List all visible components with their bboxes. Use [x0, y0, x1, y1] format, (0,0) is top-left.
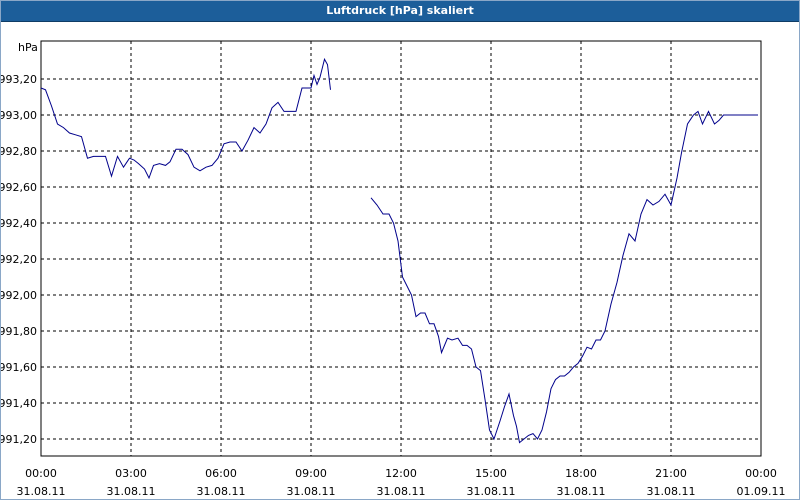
y-tick-label: 992,60: [1, 181, 37, 194]
x-tick-time: 09:00: [295, 467, 327, 480]
x-tick-time: 12:00: [385, 467, 417, 480]
x-tick-time: 06:00: [205, 467, 237, 480]
y-axis-ticks: 993,20 993,00 992,80 992,60 992,40 992,20 992,…: [1, 73, 37, 446]
y-tick-label: 991,40: [1, 397, 37, 410]
x-tick-date: 31.08.11: [377, 485, 426, 498]
x-tick-date: 31.08.11: [557, 485, 606, 498]
chart-svg: 993,20 993,00 992,80 992,60 992,40 992,20 992,…: [1, 40, 786, 498]
x-tick-date: 31.08.11: [197, 485, 246, 498]
x-tick-date: 31.08.11: [17, 485, 66, 498]
y-tick-label: 991,60: [1, 361, 37, 374]
x-tick-date: 31.08.11: [287, 485, 336, 498]
x-tick-time: 15:00: [475, 467, 507, 480]
y-tick-label: 992,20: [1, 253, 37, 266]
y-tick-label: 993,00: [1, 109, 37, 122]
y-tick-label: 991,80: [1, 325, 37, 338]
x-tick-time: 00:00: [745, 467, 777, 480]
y-axis-unit: hPa: [18, 41, 38, 54]
x-tick-date: 31.08.11: [467, 485, 516, 498]
chart-window: Luftdruck [hPa] skaliert 993,20 993,00 992…: [0, 0, 800, 500]
x-axis-ticks: 00:00 31.08.11 03:00 31.08.11 06:00 31.08.11 0…: [17, 467, 786, 498]
x-tick-time: 21:00: [655, 467, 687, 480]
x-tick-time: 00:00: [25, 467, 57, 480]
chart-title: Luftdruck [hPa] skaliert: [326, 4, 474, 17]
x-tick-date: 31.08.11: [107, 485, 156, 498]
x-tick-time: 18:00: [565, 467, 597, 480]
x-tick-date: 31.08.11: [647, 485, 696, 498]
y-tick-label: 993,20: [1, 73, 37, 86]
y-tick-label: 991,20: [1, 433, 37, 446]
x-tick-date: 01.09.11: [737, 485, 786, 498]
y-tick-label: 992,40: [1, 217, 37, 230]
y-tick-label: 992,80: [1, 145, 37, 158]
x-tick-time: 03:00: [115, 467, 147, 480]
title-bar: Luftdruck [hPa] skaliert: [1, 1, 799, 22]
y-tick-label: 992,00: [1, 289, 37, 302]
